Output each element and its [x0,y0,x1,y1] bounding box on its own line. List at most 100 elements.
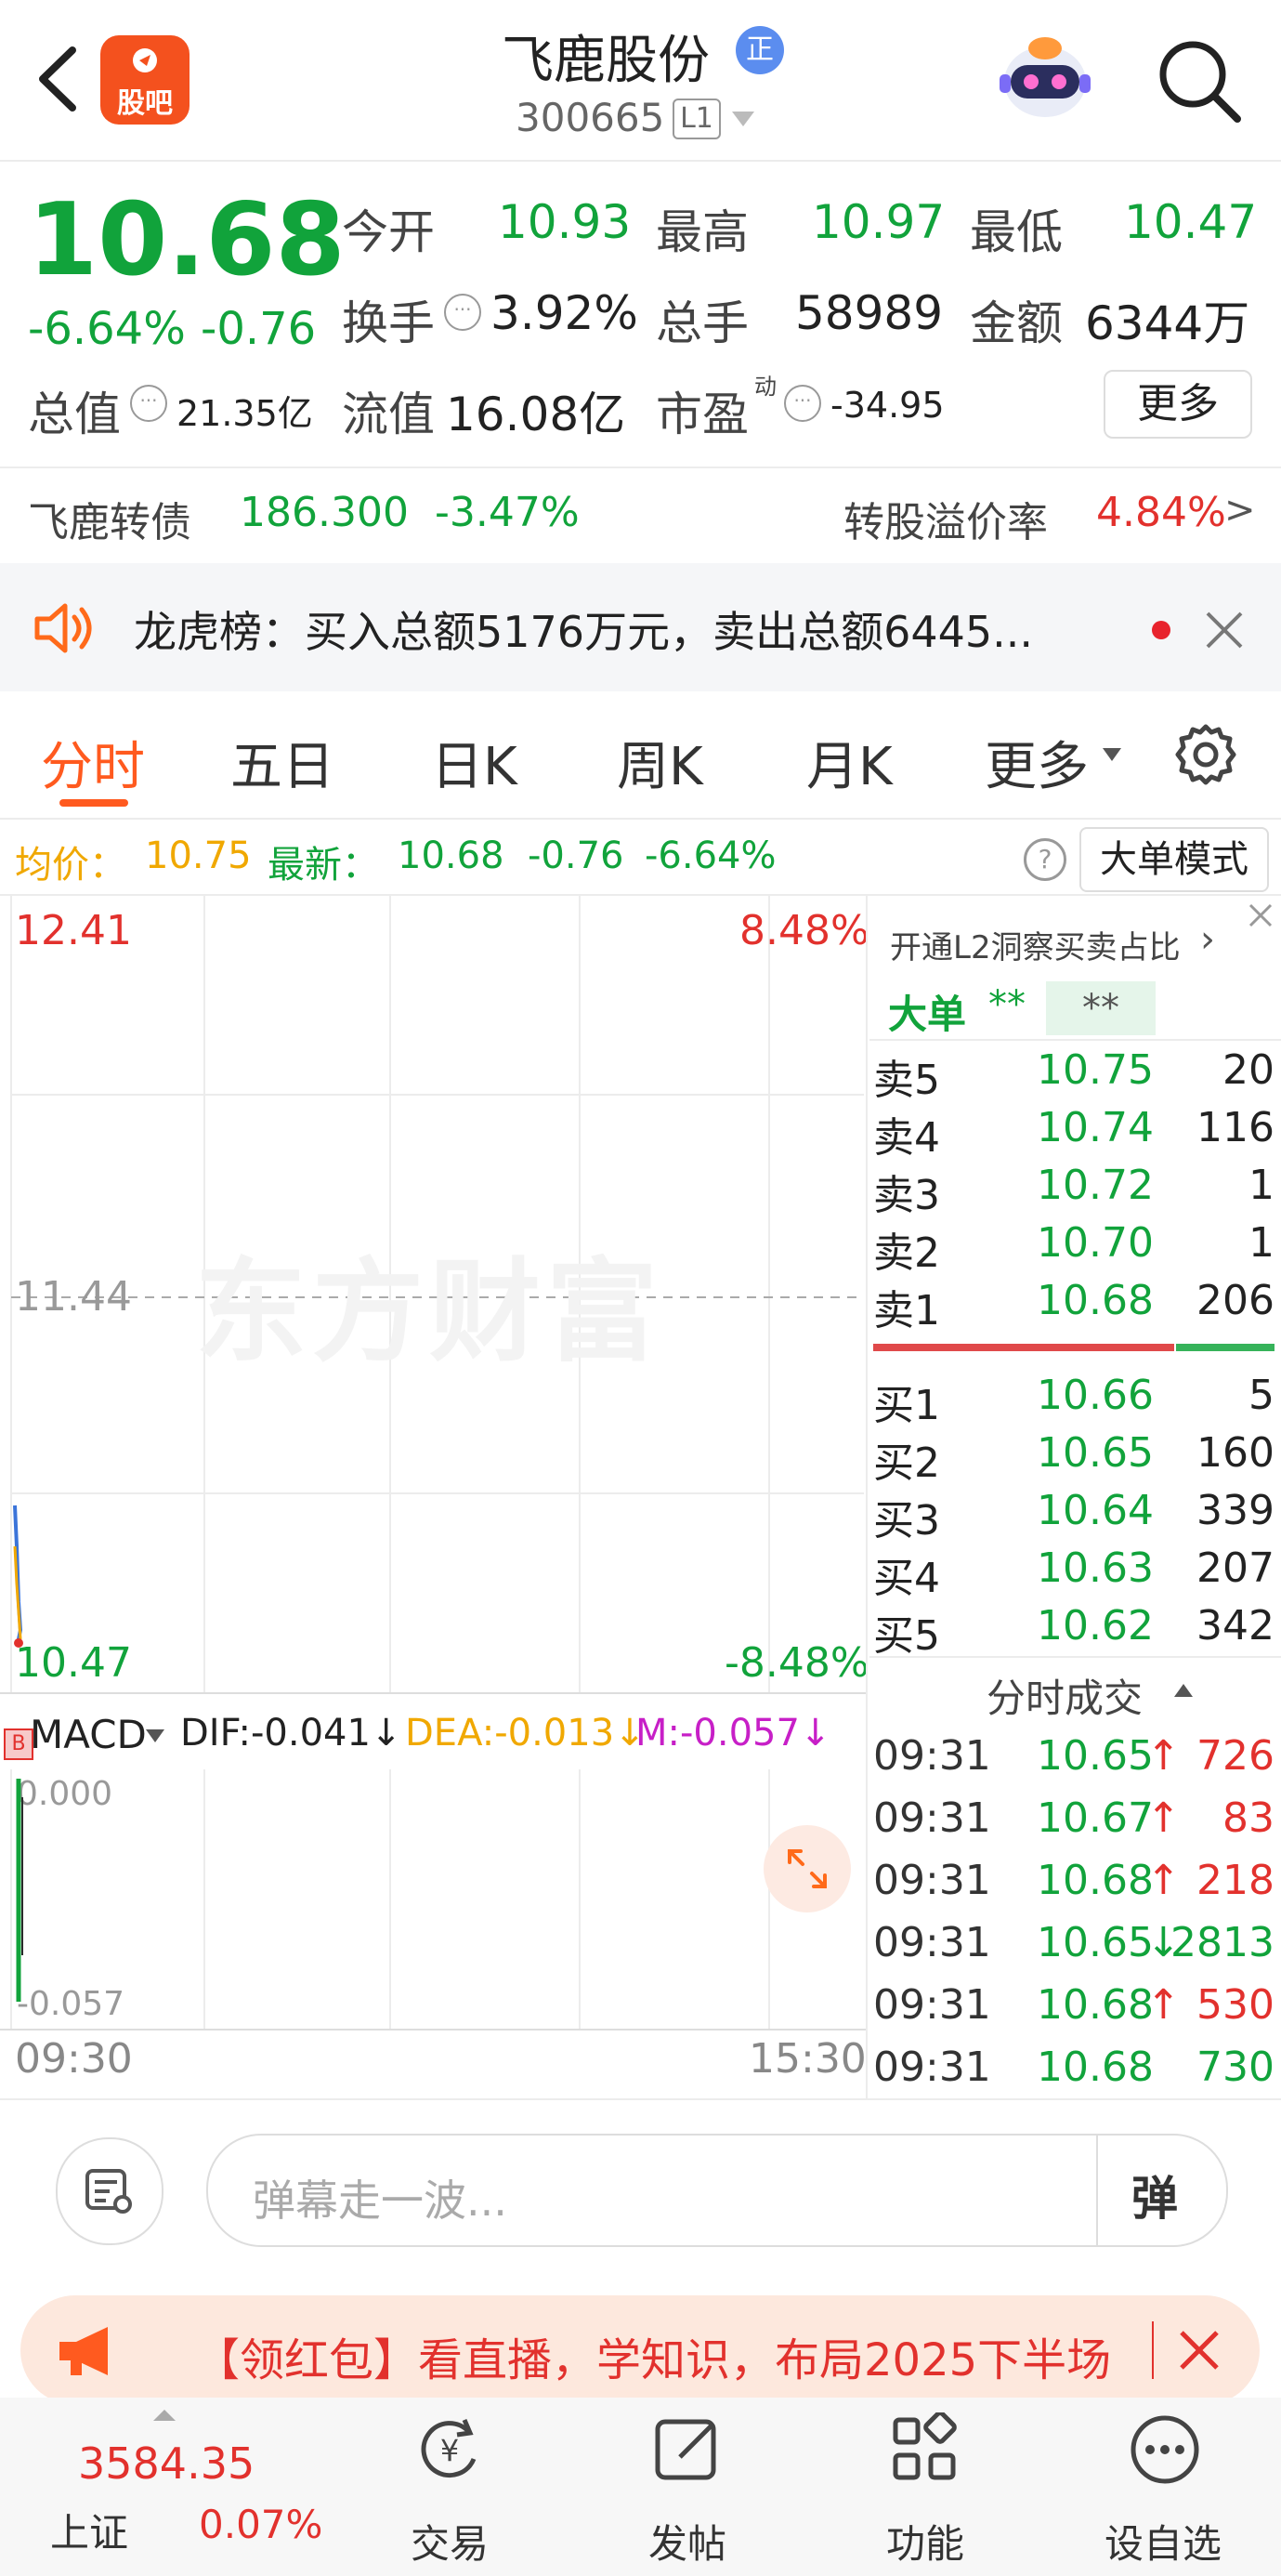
bid-price: 10.65 [1037,1429,1154,1477]
macd-label: MACD [30,1712,147,1757]
back-arrow-icon [39,46,76,112]
bid-volume: 342 [1196,1602,1274,1649]
robot-avatar[interactable] [994,28,1096,130]
grid-icon [893,2412,957,2480]
promo-banner[interactable]: 【领红包】看直播，学知识，布局2025下半场 [20,2295,1260,2405]
bid-label: 买2 [873,1439,940,1487]
bid-volume: 207 [1196,1544,1274,1592]
ask-volume: 206 [1196,1277,1274,1324]
time-axis-end: 15:30 [749,2035,867,2083]
ask-volume: 1 [1248,1219,1274,1267]
big-order-mode-button[interactable]: 大单模式 [1079,827,1269,892]
pe-superscript: 动 [754,374,777,400]
more-button[interactable]: 更多 [1104,370,1252,439]
danmu-input[interactable]: 弹幕走一波... 弹 [206,2134,1228,2247]
ask-row[interactable]: 卖5 10.75 20 [873,1046,1274,1104]
danmu-toggle-button[interactable]: 弹 [1098,2136,1226,2245]
premium-value: 4.84% [1096,489,1226,536]
ask-row[interactable]: 卖4 10.74 116 [873,1104,1274,1162]
tab-daily-k[interactable]: 日K [431,725,517,800]
tab-weekly-k[interactable]: 周K [617,725,703,800]
info-icon[interactable]: ··· [130,385,167,422]
ask-label: 卖4 [873,1114,940,1162]
guba-button[interactable]: 股吧 [100,35,190,125]
tick-direction: ↑ [1146,1857,1181,1904]
info-icon[interactable]: ··· [444,294,481,331]
tab-five-day[interactable]: 五日 [230,725,334,800]
bid-row[interactable]: 买4 10.63 207 [873,1544,1274,1602]
ask-row[interactable]: 卖3 10.72 1 [873,1162,1274,1219]
info-icon[interactable]: ··· [784,385,821,422]
latest-change-pct: -6.64% [645,835,777,877]
high-label: 最高 [656,205,749,259]
nav-trade-label: 交易 [410,2521,489,2567]
tick-volume: 218 [1196,1857,1274,1904]
bid-volume: 160 [1196,1429,1274,1477]
tab-more[interactable]: 更多 [985,725,1089,800]
close-icon[interactable] [1204,610,1245,651]
back-button[interactable] [28,37,84,121]
search-button[interactable] [1152,33,1245,126]
bond-change: -3.47% [435,489,580,536]
bid-price: 10.66 [1037,1372,1154,1419]
guba-logo-icon [133,48,157,72]
tick-volume: 530 [1196,1981,1274,2029]
nav-add-watchlist[interactable]: 设自选 [1089,2412,1237,2570]
nav-post[interactable]: 发帖 [632,2412,743,2570]
nav-trade[interactable]: ¥ 交易 [394,2412,505,2570]
bid-row[interactable]: 买5 10.62 342 [873,1602,1274,1660]
latest-change: -0.76 [528,835,624,877]
bid-row[interactable]: 买1 10.66 5 [873,1372,1274,1429]
bid-row[interactable]: 买3 10.64 339 [873,1487,1274,1544]
macd-selector[interactable]: MACD [26,1704,173,1764]
caret-up-icon [1174,1684,1193,1697]
caret-down-icon[interactable] [730,110,756,128]
ask-label: 卖5 [873,1057,940,1104]
big-order-value-2: ** [1046,981,1156,1035]
level-badge[interactable]: L1 [673,99,721,139]
price-axis-bottom: 10.47 [15,1639,132,1687]
tick-row: 09:31 10.68 730 [871,2044,1274,2105]
latest-label: 最新： [268,844,379,887]
bond-name: 飞鹿转债 [28,499,191,546]
bid-label: 买4 [873,1555,940,1602]
expand-button[interactable] [764,1825,851,1912]
bid-volume: 5 [1248,1372,1274,1419]
nav-add-watchlist-label: 设自选 [1104,2521,1222,2567]
nav-post-label: 发帖 [647,2521,726,2567]
ask-row[interactable]: 卖1 10.68 206 [873,1277,1274,1334]
official-badge: 正 [736,26,784,74]
turnover-label: 换手 [342,296,435,350]
nav-features[interactable]: 功能 [869,2412,981,2570]
current-price: 10.68 [28,182,346,298]
index-widget[interactable]: 3584.35 上证 0.07% [28,2401,334,2576]
turnover-value: 3.92% [490,286,638,340]
tab-monthly-k[interactable]: 月K [806,725,893,800]
ask-row[interactable]: 卖2 10.70 1 [873,1219,1274,1277]
intraday-chart[interactable]: 东方财富 12.41 8.48% 11.44 10.47 -8.48% B MA… [0,896,869,2098]
close-icon[interactable] [1176,2327,1222,2373]
close-icon[interactable] [1245,900,1276,931]
l2-promo[interactable]: 开通L2洞察买卖占比 › [869,896,1281,979]
bid-row[interactable]: 买2 10.65 160 [873,1429,1274,1487]
tick-price: 10.68 [1037,1857,1154,1904]
ask-price: 10.72 [1037,1162,1154,1209]
tick-row: 09:31 10.68 ↑ 218 [871,1857,1274,1918]
notice-bar[interactable]: 龙虎榜：买入总额5176万元，卖出总额6445... [0,563,1281,691]
tab-minute[interactable]: 分时 [41,725,145,800]
danmu-settings-button[interactable] [56,2137,163,2245]
chevron-right-icon: > [1224,489,1256,532]
chart-watermark: 东方财富 [195,1248,663,1377]
bid-label: 买5 [873,1612,940,1660]
help-icon[interactable]: ? [1024,838,1066,881]
bond-row[interactable]: 飞鹿转债 186.300 -3.47% 转股溢价率 4.84% > [0,468,1281,559]
ticks-header[interactable]: 分时成交 [869,1658,1281,1725]
tick-price: 10.68 [1037,1981,1154,2029]
bid-price: 10.64 [1037,1487,1154,1534]
macd-dif: DIF:-0.041↓ [180,1712,402,1755]
amount-value: 6344万 [1085,296,1250,350]
big-order-label: 大单 [888,992,967,1037]
latest-value: 10.68 [398,835,504,877]
tick-time: 09:31 [873,1732,991,1780]
gear-icon[interactable] [1172,721,1239,788]
